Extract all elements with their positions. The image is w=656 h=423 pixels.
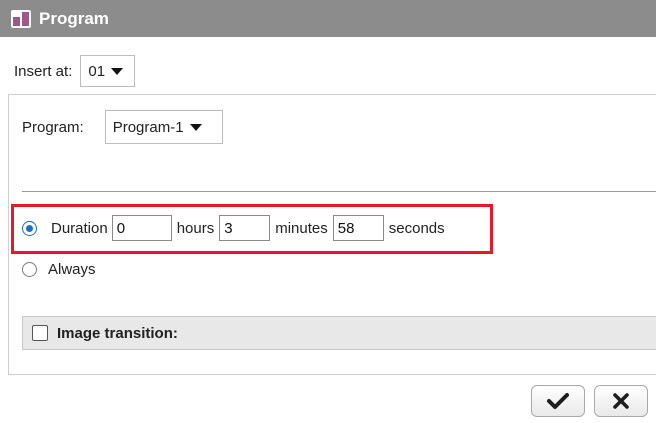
cancel-button[interactable]: [594, 385, 648, 417]
program-row: Program: Program-1: [22, 110, 223, 144]
seconds-input[interactable]: [332, 215, 384, 241]
caret-down-icon: [111, 67, 124, 75]
always-radio[interactable]: [22, 262, 37, 277]
image-transition-label: Image transition:: [57, 324, 178, 342]
minutes-input[interactable]: [219, 215, 271, 241]
dialog-title: Program: [39, 8, 109, 28]
insert-at-label: Insert at:: [14, 62, 73, 80]
title-bar: Program: [0, 0, 656, 37]
duration-row: Duration hours minutes seconds: [22, 215, 450, 241]
minutes-label: minutes: [275, 219, 328, 237]
duration-label: Duration: [51, 219, 108, 237]
seconds-label: seconds: [388, 219, 445, 237]
hours-input[interactable]: [111, 215, 172, 241]
divider: [22, 191, 656, 192]
duration-radio[interactable]: [22, 220, 37, 236]
program-value: Program-1: [112, 118, 184, 136]
image-transition-checkbox[interactable]: [32, 325, 48, 341]
checkmark-icon: [547, 393, 569, 409]
always-row: Always: [22, 261, 96, 278]
ok-button[interactable]: [531, 385, 585, 417]
insert-at-row: Insert at: 01: [14, 55, 136, 87]
program-icon: [10, 9, 32, 29]
close-icon: [613, 393, 629, 409]
program-dialog: Program Insert at: 01 Program: Program-1…: [0, 0, 656, 423]
always-label: Always: [48, 261, 96, 278]
insert-at-select[interactable]: 01: [80, 55, 136, 87]
insert-at-value: 01: [88, 62, 106, 80]
caret-down-icon: [189, 123, 202, 131]
image-transition-section[interactable]: Image transition:: [22, 316, 656, 350]
program-label: Program:: [22, 118, 84, 136]
program-select[interactable]: Program-1: [104, 110, 223, 144]
hours-label: hours: [176, 219, 215, 237]
